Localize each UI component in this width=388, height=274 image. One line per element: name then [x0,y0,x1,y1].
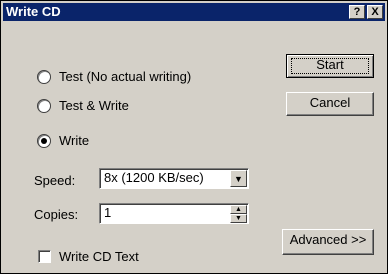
write-cd-dialog: Write CD ? X Test (No actual writing) Te… [0,0,388,274]
help-button[interactable]: ? [349,5,365,19]
focus-rect [291,58,369,74]
copies-label: Copies: [34,207,79,222]
start-button[interactable]: Start [286,54,374,78]
radio-selected-icon [37,133,51,148]
chevron-down-icon[interactable]: ▼ [230,170,247,187]
speed-value: 8x (1200 KB/sec) [104,170,204,185]
speed-label: Speed: [34,173,76,188]
speed-select[interactable]: 8x (1200 KB/sec) ▼ [99,168,249,189]
window-title: Write CD [6,4,61,19]
radio-icon [37,69,51,84]
title-bar: Write CD ? X [3,3,385,21]
radio-write-label: Write [59,133,90,148]
radio-write[interactable]: Write [37,133,89,148]
radio-test-and-write-label: Test & Write [59,98,129,113]
spin-up-icon[interactable]: ▲ [230,205,247,214]
radio-test-and-write[interactable]: Test & Write [37,98,129,113]
copies-field[interactable]: 1 ▲ ▼ [99,203,249,224]
write-cd-text-checkbox[interactable] [38,250,51,263]
write-cd-text-label: Write CD Text [59,249,139,264]
close-button[interactable]: X [367,5,383,19]
radio-icon [37,98,51,113]
copies-value: 1 [104,205,112,220]
radio-test[interactable]: Test (No actual writing) [37,69,191,84]
radio-test-label: Test (No actual writing) [59,69,192,84]
advanced-button[interactable]: Advanced >> [282,229,374,255]
spin-down-icon[interactable]: ▼ [230,214,247,223]
cancel-button[interactable]: Cancel [286,92,374,116]
